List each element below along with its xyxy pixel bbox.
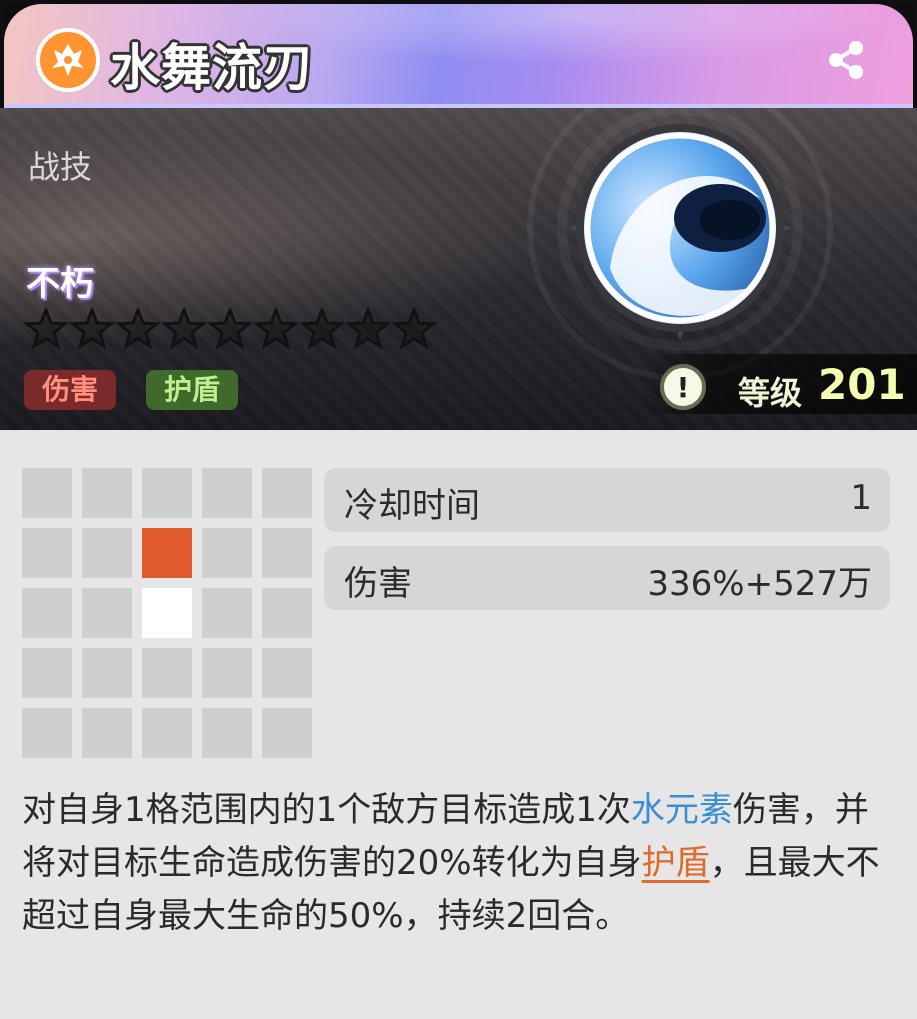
level-value: 201 (818, 360, 906, 409)
header-bar: 水舞流刃 (0, 0, 917, 108)
grid-cell (202, 468, 252, 518)
grid-cell-self (142, 588, 192, 638)
star-icon (252, 308, 300, 350)
fox-emblem-icon (36, 28, 100, 92)
corner-bracket-left (0, 0, 30, 30)
grid-cell (142, 708, 192, 758)
grid-cell (82, 468, 132, 518)
star-icon (160, 308, 208, 350)
star-icon (68, 308, 116, 350)
grid-cell (82, 588, 132, 638)
grid-cell (22, 588, 72, 638)
skill-description: 对自身1格范围内的1个敌方目标造成1次水元素伤害，并将对目标生命造成伤害的20%… (22, 784, 882, 943)
share-icon[interactable] (822, 36, 870, 84)
star-rating (24, 308, 444, 352)
grid-cell (22, 528, 72, 578)
grid-cell (82, 528, 132, 578)
grid-cell (22, 708, 72, 758)
grid-cell (22, 648, 72, 698)
description-text: 对自身1格范围内的1个敌方目标造成1次 (22, 790, 631, 830)
star-icon (114, 308, 162, 350)
grid-cell (262, 468, 312, 518)
skill-tier-label: 不朽 (26, 264, 94, 304)
star-icon (390, 308, 438, 350)
grid-cell (142, 468, 192, 518)
star-icon (24, 308, 70, 350)
corner-bracket-right (887, 0, 917, 30)
grid-cell (22, 468, 72, 518)
keyword-water-element: 水元素 (630, 790, 733, 830)
skill-type-label: 战技 (28, 148, 93, 186)
skill-hero-panel: 战技 不朽 伤害 护盾 ! 等级 201 (0, 108, 917, 430)
stat-label: 伤害 (344, 564, 412, 604)
stat-label: 冷却时间 (344, 486, 480, 526)
tag-damage: 伤害 (24, 370, 117, 410)
stat-row-cooldown: 冷却时间 1 (324, 468, 890, 532)
grid-cell (262, 648, 312, 698)
skill-title: 水舞流刃 (110, 39, 314, 97)
stat-value: 1 (850, 478, 872, 518)
grid-cell-target (142, 528, 192, 578)
grid-cell (262, 588, 312, 638)
grid-cell (142, 648, 192, 698)
grid-cell (202, 708, 252, 758)
stat-row-damage: 伤害 336%+527万 (324, 546, 890, 610)
grid-cell (202, 588, 252, 638)
level-label: 等级 (738, 374, 803, 412)
grid-cell (82, 708, 132, 758)
star-icon (344, 308, 392, 350)
tag-shield: 护盾 (146, 370, 239, 410)
stat-value: 336%+527万 (647, 564, 872, 604)
star-icon (206, 308, 254, 350)
info-icon[interactable]: ! (660, 364, 706, 410)
grid-cell (262, 528, 312, 578)
keyword-shield-link[interactable]: 护盾 (642, 843, 710, 883)
skill-range-grid (22, 468, 316, 762)
grid-cell (202, 648, 252, 698)
star-icon (298, 308, 346, 350)
grid-cell (202, 528, 252, 578)
grid-cell (82, 648, 132, 698)
grid-cell (262, 708, 312, 758)
